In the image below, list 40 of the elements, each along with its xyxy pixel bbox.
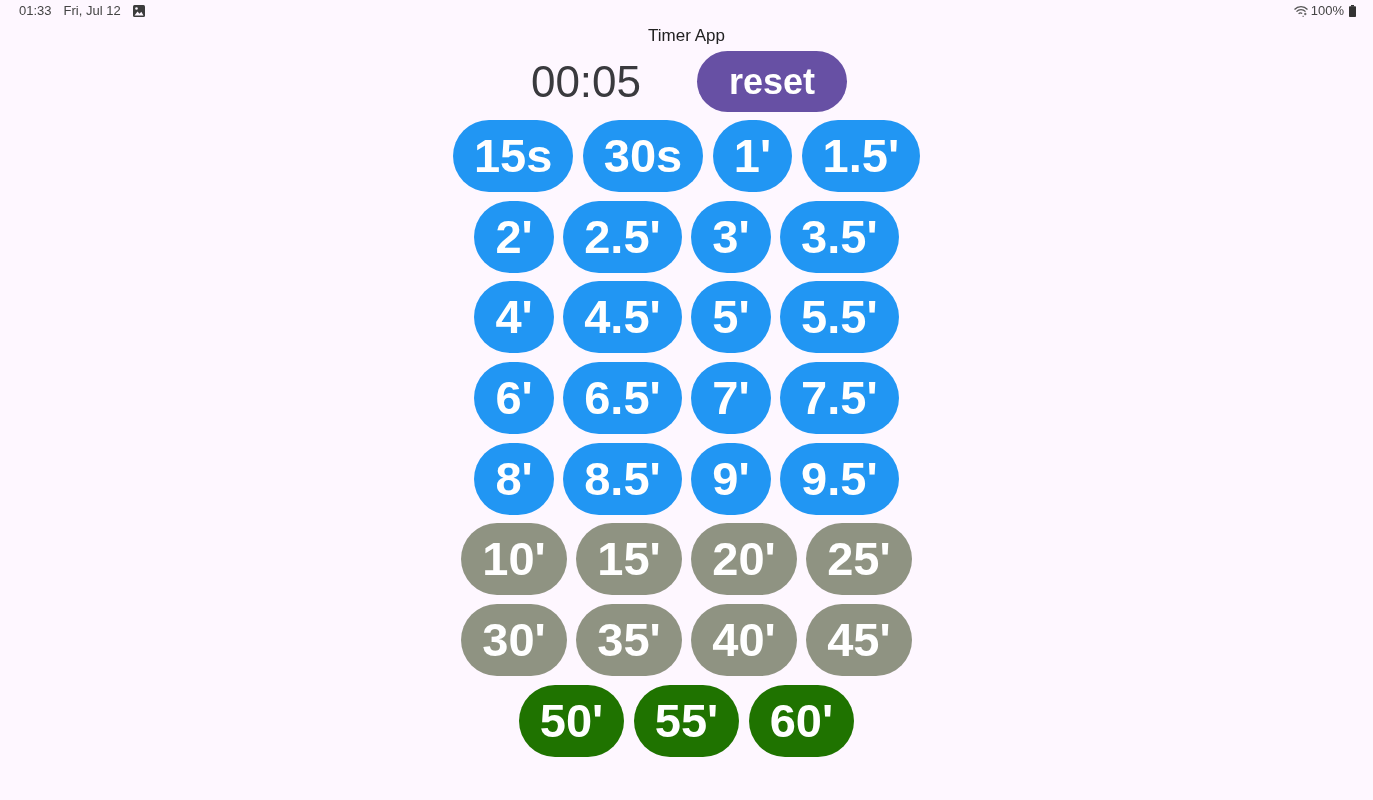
- preset-button[interactable]: 45': [806, 604, 912, 677]
- preset-button[interactable]: 10': [461, 523, 567, 596]
- preset-button[interactable]: 60': [748, 684, 855, 757]
- preset-button[interactable]: 5.5': [780, 281, 899, 354]
- status-time: 01:33: [19, 3, 52, 19]
- timer-display: 00:05: [530, 55, 641, 108]
- preset-button[interactable]: 2': [474, 200, 554, 273]
- preset-button[interactable]: 2.5': [563, 200, 682, 273]
- preset-button[interactable]: 3': [691, 200, 771, 273]
- preset-button[interactable]: 3.5': [780, 200, 899, 273]
- reset-button[interactable]: reset: [697, 51, 848, 112]
- preset-button[interactable]: 8.5': [563, 442, 682, 515]
- preset-button[interactable]: 55': [633, 684, 740, 757]
- battery-percent: 100%: [1310, 3, 1344, 19]
- preset-button[interactable]: 4': [474, 281, 554, 354]
- preset-button[interactable]: 20': [691, 523, 797, 596]
- preset-button[interactable]: 9': [691, 442, 771, 515]
- preset-button[interactable]: 8': [474, 442, 554, 515]
- preset-button[interactable]: 1': [712, 120, 793, 192]
- preset-button[interactable]: 5': [691, 281, 771, 354]
- wifi-icon: [1293, 5, 1308, 17]
- image-icon: [132, 5, 145, 17]
- preset-button[interactable]: 30s: [582, 120, 704, 192]
- preset-button[interactable]: 6': [474, 362, 554, 435]
- preset-button[interactable]: 40': [691, 604, 797, 677]
- preset-button[interactable]: 6.5': [563, 362, 682, 435]
- preset-button[interactable]: 15': [576, 523, 682, 596]
- app-title: Timer App: [648, 26, 725, 46]
- status-date: Fri, Jul 12: [63, 3, 121, 19]
- preset-button[interactable]: 35': [576, 604, 682, 677]
- preset-button[interactable]: 25': [806, 523, 912, 596]
- preset-button[interactable]: 7': [691, 362, 771, 435]
- preset-button[interactable]: 7.5': [780, 362, 899, 435]
- preset-button[interactable]: 30': [461, 604, 567, 677]
- battery-icon: [1349, 5, 1356, 17]
- preset-button[interactable]: 9.5': [780, 442, 899, 515]
- preset-button[interactable]: 15s: [452, 120, 574, 192]
- preset-button[interactable]: 50': [518, 684, 625, 757]
- preset-button[interactable]: 4.5': [563, 281, 682, 354]
- preset-button[interactable]: 1.5': [801, 120, 921, 192]
